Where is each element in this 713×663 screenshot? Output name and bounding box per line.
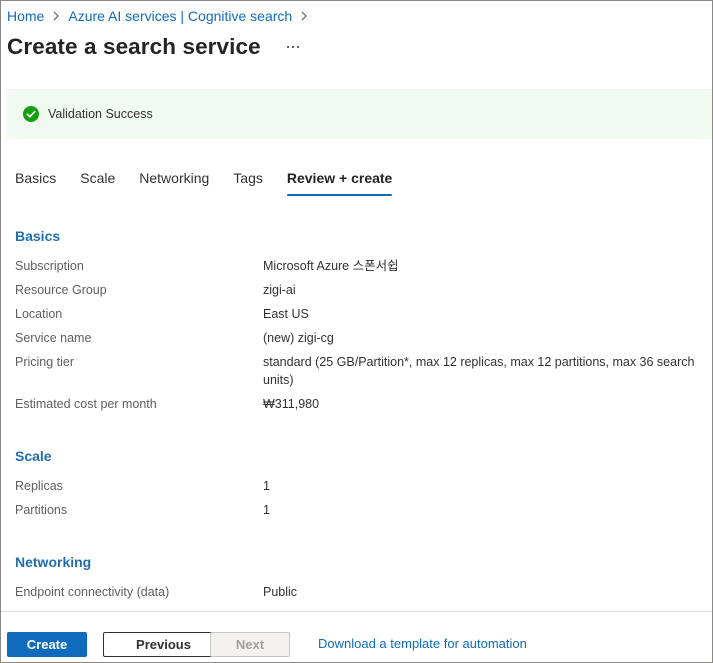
download-template-link[interactable]: Download a template for automation: [318, 636, 527, 651]
next-button: Next: [210, 632, 290, 657]
more-ellipsis-icon[interactable]: [285, 39, 301, 55]
row-value: zigi-ai: [263, 283, 296, 297]
row-value: East US: [263, 307, 309, 321]
row-label: Subscription: [15, 259, 84, 273]
row-label: Service name: [15, 331, 92, 345]
page-title: Create a search service: [7, 34, 261, 59]
wizard-tabs: Basics Scale Networking Tags Review + cr…: [7, 162, 408, 196]
tab-tags[interactable]: Tags: [225, 162, 271, 196]
breadcrumb-home[interactable]: Home: [7, 8, 44, 24]
create-button[interactable]: Create: [7, 632, 87, 657]
row-value: Microsoft Azure 스폰서쉽: [263, 259, 399, 273]
row-label: Location: [15, 307, 63, 321]
row-label: Endpoint connectivity (data): [15, 585, 170, 599]
validation-banner: Validation Success: [7, 89, 712, 139]
success-check-icon: [23, 106, 39, 122]
section-heading-basics: Basics: [15, 228, 61, 244]
section-heading-scale: Scale: [15, 448, 52, 464]
title-row: Create a search service: [7, 34, 301, 60]
row-label: Estimated cost per month: [15, 397, 157, 411]
row-label: Replicas: [15, 479, 63, 493]
row-label: Pricing tier: [15, 355, 75, 369]
chevron-right-icon: [296, 8, 312, 24]
tab-basics[interactable]: Basics: [7, 162, 64, 196]
chevron-right-icon: [48, 8, 64, 24]
row-label: Partitions: [15, 503, 68, 517]
previous-button[interactable]: Previous: [103, 632, 224, 657]
tab-review-create[interactable]: Review + create: [279, 162, 400, 196]
row-label: Resource Group: [15, 283, 107, 297]
row-value: 1: [263, 503, 270, 517]
row-value: 1: [263, 479, 270, 493]
tab-networking[interactable]: Networking: [131, 162, 217, 196]
validation-message: Validation Success: [48, 107, 153, 121]
breadcrumb: Home Azure AI services | Cognitive searc…: [7, 7, 316, 25]
row-value: Public: [263, 585, 298, 599]
row-value: ₩311,980: [263, 397, 320, 411]
row-value: standard (25 GB/Partition*, max 12 repli…: [263, 355, 695, 387]
row-value: (new) zigi-cg: [263, 331, 334, 345]
section-heading-networking: Networking: [15, 554, 92, 570]
breadcrumb-cognitive-search[interactable]: Azure AI services | Cognitive search: [68, 8, 292, 24]
tab-scale[interactable]: Scale: [72, 162, 123, 196]
wizard-footer: Create Previous Next Download a template…: [1, 611, 712, 662]
